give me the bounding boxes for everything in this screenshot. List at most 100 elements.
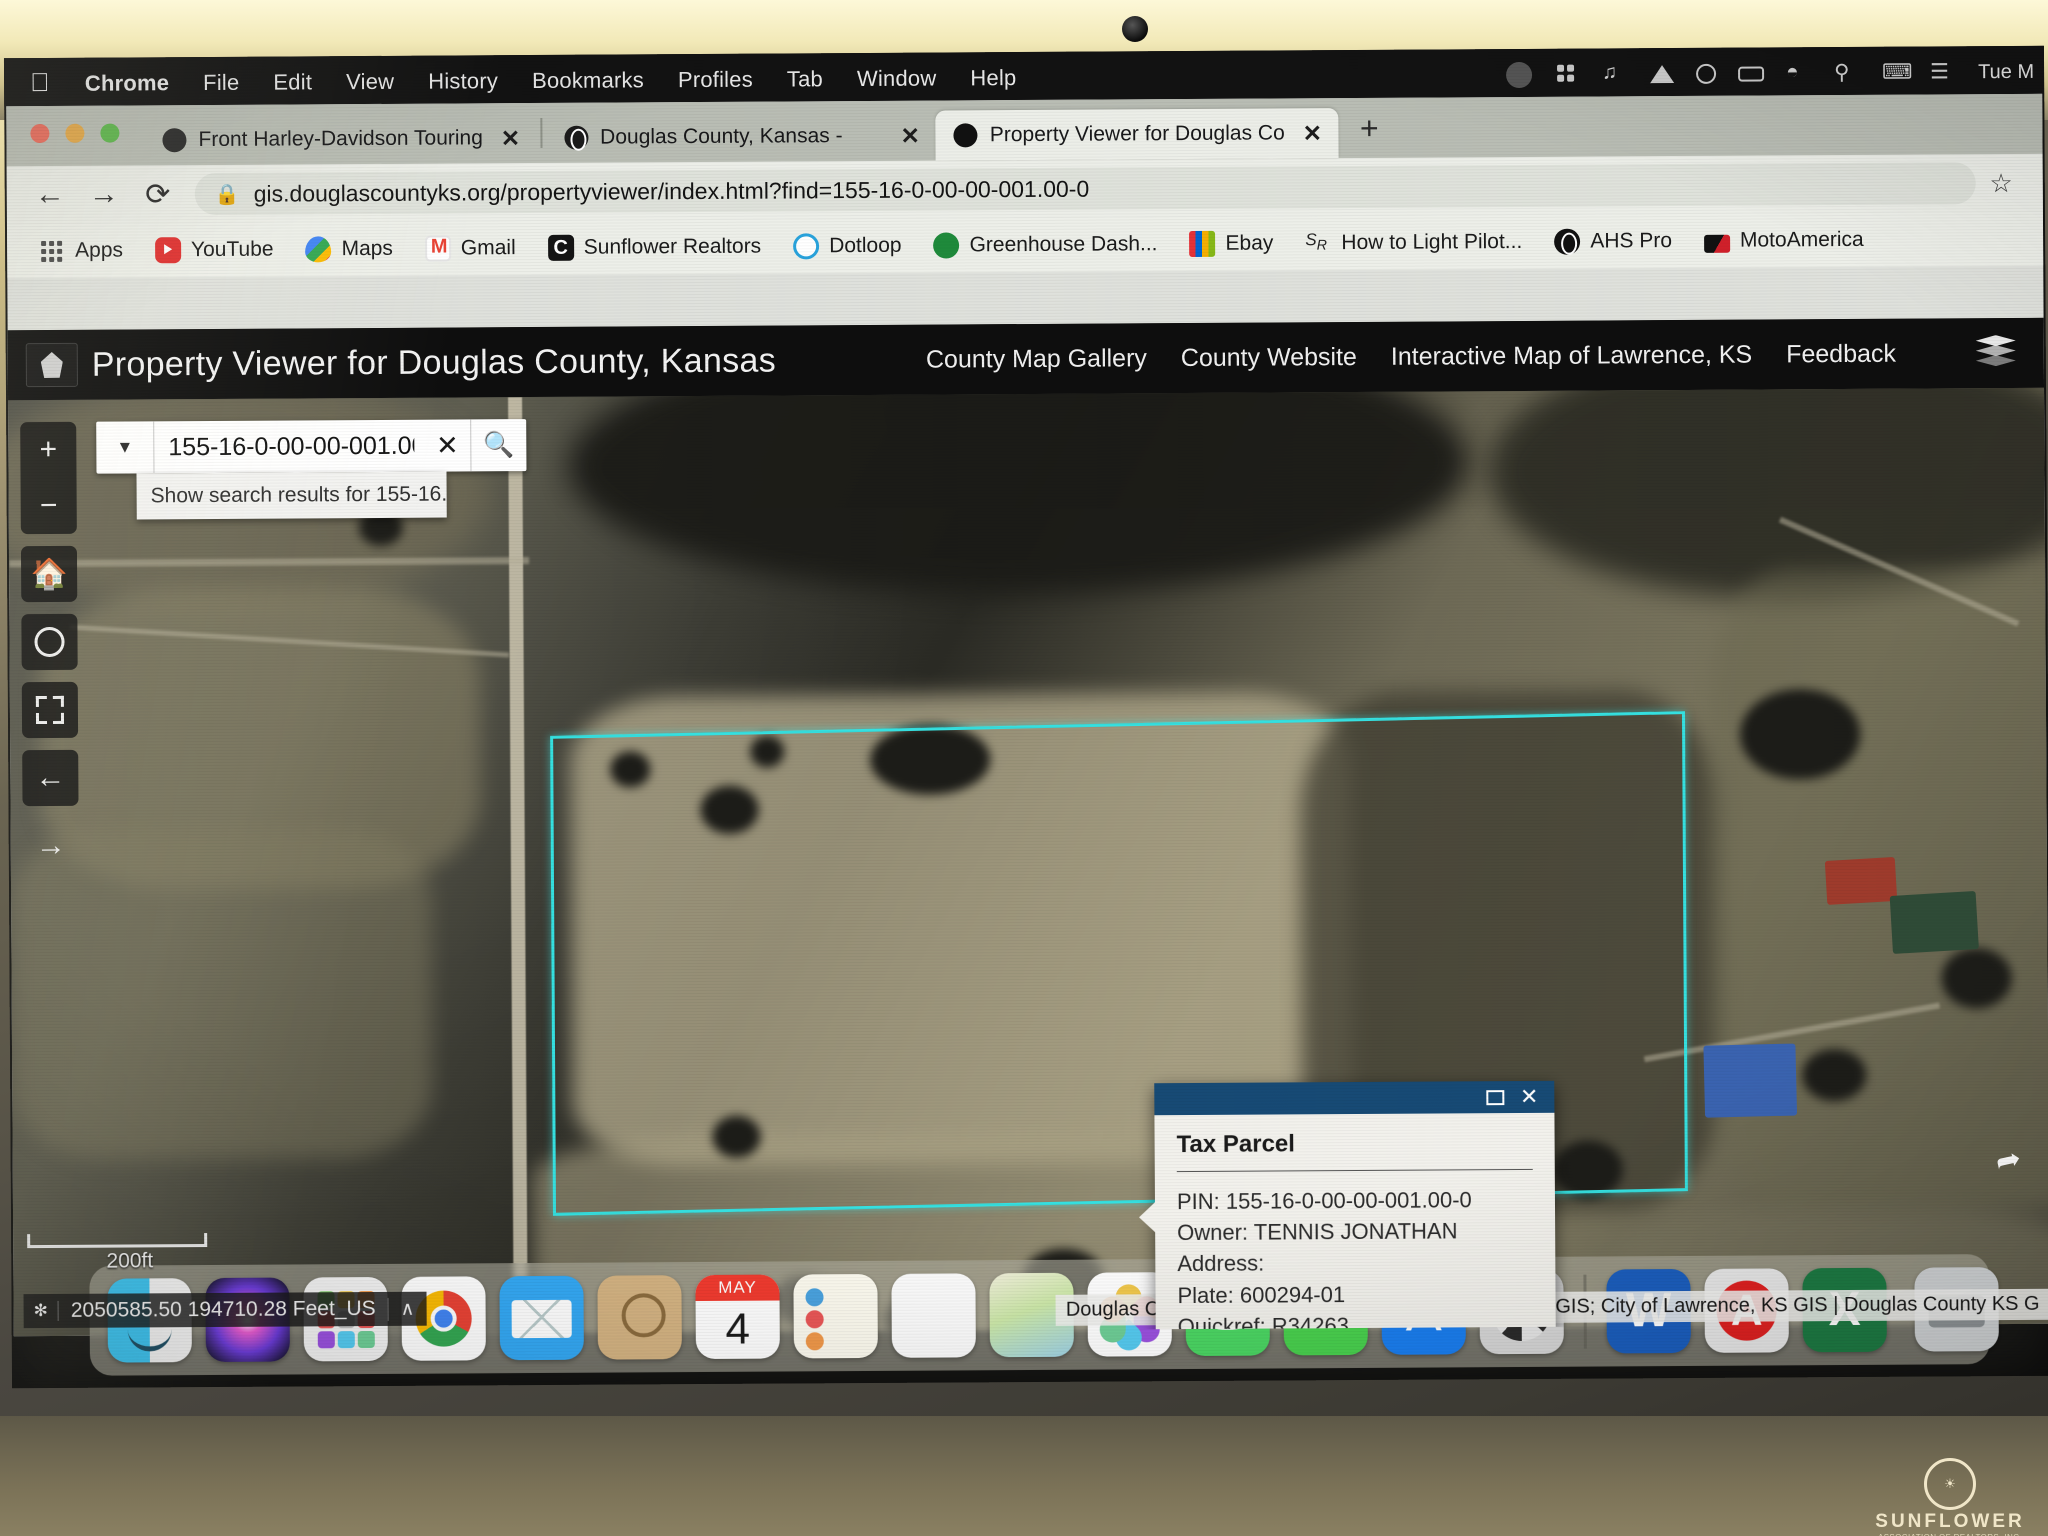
ebay-icon <box>1189 230 1216 258</box>
menu-tab[interactable]: Tab <box>770 66 840 92</box>
menu-chrome[interactable]: Chrome <box>68 70 186 97</box>
wifi-icon[interactable]: ◓ <box>1786 60 1812 86</box>
coordinate-readout: ✻ 2050585.50 194710.28 Feet_US ∧ <box>23 1291 427 1329</box>
map-search-widget: ▼ ✕ 🔍 Show search results for 155-16... <box>96 419 527 520</box>
menu-profiles[interactable]: Profiles <box>661 67 770 94</box>
close-window-button[interactable] <box>30 123 50 144</box>
greenhouse-icon <box>933 232 960 259</box>
dotloop-icon <box>793 233 820 260</box>
audio-icon[interactable]: ♫ <box>1602 61 1628 87</box>
bookmark-greenhouse[interactable]: Greenhouse Dash... <box>917 231 1173 259</box>
close-icon[interactable]: ✕ <box>1520 1084 1539 1109</box>
youtube-icon <box>154 237 182 264</box>
browser-tab-douglas-county[interactable]: Douglas County, Kansas - ✕ <box>546 111 936 163</box>
dock-item-reminders[interactable] <box>891 1273 976 1358</box>
desk-surface <box>0 1416 2048 1536</box>
fullscreen-button[interactable] <box>21 681 79 739</box>
bookmark-maps[interactable]: Maps <box>289 236 409 263</box>
bookmark-apps[interactable]: Apps <box>23 237 139 264</box>
menu-window[interactable]: Window <box>840 65 954 92</box>
zoom-in-button[interactable]: + <box>20 422 76 478</box>
chrome-tab-strip: Front Harley-Davidson Touring ✕ Douglas … <box>6 93 2043 167</box>
bookmark-motoamerica[interactable]: MotoAmerica <box>1688 228 1880 253</box>
watermark-name: SUNFLOWER <box>1875 1511 2025 1532</box>
address-bar-url: gis.douglascountyks.org/propertyviewer/i… <box>253 175 1090 207</box>
expand-coordinates-icon[interactable]: ∧ <box>387 1297 427 1321</box>
bookmarks-bar: Apps YouTube Maps Gmail C Sunflower Real… <box>6 211 2044 279</box>
nav-county-website[interactable]: County Website <box>1181 342 1357 372</box>
map-canvas[interactable]: + − 🏠 ← → ▼ 155-16-0-00-00-001.00-0 ✕ 🔍 … <box>8 387 2048 1337</box>
spotlight-icon[interactable]: ⚲ <box>1834 60 1860 86</box>
previous-extent-button[interactable]: ← <box>22 749 79 807</box>
bookmark-how-to-light-pilot[interactable]: SR How to Light Pilot... <box>1289 229 1538 257</box>
chevron-down-icon[interactable]: ▼ <box>96 421 155 474</box>
nav-interactive-map-lawrence[interactable]: Interactive Map of Lawrence, KS <box>1391 340 1752 371</box>
feature-popup: ✕ Tax Parcel PIN: 155-16-0-00-00-001.00-… <box>1154 1080 1557 1337</box>
bookmark-ahs-pro[interactable]: AHS Pro <box>1538 228 1688 255</box>
search-box: ▼ ✕ 🔍 <box>96 419 527 474</box>
keyboard-icon[interactable]: ⌨ <box>1882 60 1912 86</box>
control-center-icon[interactable]: ☰ <box>1930 59 1956 85</box>
layers-icon <box>1976 335 2016 369</box>
zoom-controls: + − <box>20 421 77 535</box>
field-value: TENNIS JONATHAN <box>1253 1218 1458 1245</box>
close-tab-icon[interactable]: ✕ <box>495 125 520 152</box>
home-extent-button[interactable]: 🏠 <box>20 545 78 603</box>
battery-icon[interactable] <box>1738 65 1765 82</box>
bookmark-ebay[interactable]: Ebay <box>1173 230 1289 258</box>
browser-tab-property-viewer[interactable]: Property Viewer for Douglas Co ✕ <box>935 108 1339 161</box>
bookmark-sunflower-realtors[interactable]: C Sunflower Realtors <box>532 234 778 261</box>
bookmark-star-icon[interactable]: ☆ <box>1975 167 2027 198</box>
locate-me-button[interactable] <box>21 613 78 671</box>
search-spotlight-icon[interactable] <box>1696 63 1717 84</box>
menu-bookmarks[interactable]: Bookmarks <box>515 67 661 94</box>
address-bar[interactable]: 🔒 gis.douglascountyks.org/propertyviewer… <box>194 162 1976 216</box>
nav-feedback[interactable]: Feedback <box>1786 339 1896 369</box>
zoom-out-button[interactable]: − <box>21 478 77 534</box>
tab-title: Front Harley-Davidson Touring <box>198 126 483 152</box>
layers-button[interactable] <box>1970 326 2022 378</box>
lock-icon: 🔒 <box>214 183 240 206</box>
dock-item-notes[interactable] <box>793 1273 878 1359</box>
search-icon[interactable]: 🔍 <box>470 419 527 472</box>
map-tools: + − 🏠 ← → <box>20 421 79 874</box>
maximize-icon[interactable] <box>1485 1089 1504 1105</box>
minimize-window-button[interactable] <box>65 123 85 143</box>
dropbox-icon[interactable] <box>1554 62 1580 88</box>
bookmark-label: Gmail <box>460 236 516 260</box>
menu-view[interactable]: View <box>329 69 411 96</box>
apple-menu-icon[interactable]:  <box>26 66 68 101</box>
clear-search-icon[interactable]: ✕ <box>424 419 470 471</box>
bookmark-label: Maps <box>341 236 393 261</box>
menu-edit[interactable]: Edit <box>256 69 329 95</box>
browser-tab-harley[interactable]: Front Harley-Davidson Touring ✕ <box>144 113 536 165</box>
douglas-county-seal-logo <box>25 342 78 388</box>
close-tab-icon[interactable]: ✕ <box>894 122 919 149</box>
triangle-icon[interactable] <box>1650 65 1675 84</box>
window-controls[interactable] <box>30 123 120 144</box>
forward-button[interactable]: → <box>77 177 131 211</box>
bookmark-label: Greenhouse Dash... <box>969 232 1158 257</box>
dock-item-contacts[interactable] <box>597 1275 682 1360</box>
close-tab-icon[interactable]: ✕ <box>1297 120 1322 147</box>
reload-button[interactable]: ⟳ <box>131 177 185 212</box>
nav-county-map-gallery[interactable]: County Map Gallery <box>926 344 1147 374</box>
back-button[interactable]: ← <box>23 178 77 212</box>
search-input[interactable] <box>154 419 425 474</box>
menu-file[interactable]: File <box>186 70 256 96</box>
menu-help[interactable]: Help <box>953 65 1033 91</box>
user-badge-icon[interactable] <box>1506 61 1533 89</box>
dock-item-mail[interactable] <box>499 1275 584 1361</box>
next-extent-button[interactable]: → <box>23 818 79 874</box>
new-tab-button[interactable]: + <box>1338 110 1401 146</box>
menu-history[interactable]: History <box>411 68 515 95</box>
bookmark-dotloop[interactable]: Dotloop <box>777 233 918 260</box>
bookmark-gmail[interactable]: Gmail <box>409 235 532 262</box>
dock-item-calendar[interactable]: MAY 4 <box>695 1274 780 1360</box>
bookmark-youtube[interactable]: YouTube <box>139 237 290 264</box>
google-maps-icon <box>305 236 332 263</box>
county-seal-icon <box>953 123 978 148</box>
search-suggestion-item[interactable]: Show search results for 155-16... <box>136 471 447 520</box>
road-vertical <box>508 397 528 1334</box>
maximize-window-button[interactable] <box>100 123 120 143</box>
